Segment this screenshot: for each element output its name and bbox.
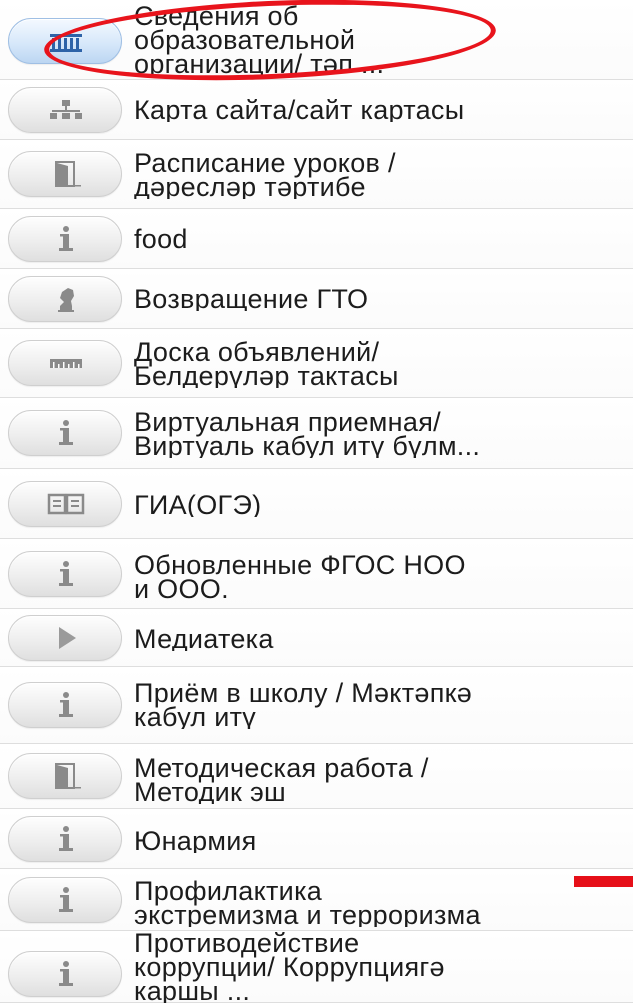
menu-item-food[interactable]: food [0,209,633,269]
sitemap-icon [50,100,82,119]
menu-item-label: Методическая работа / Методик эш [134,756,429,804]
door-icon-button[interactable] [8,753,122,799]
menu-item-gto[interactable]: Возвращение ГТО [0,269,633,329]
menu-item-school-admission[interactable]: Приём в школу / Мәктәпкә кабул итү [0,667,633,744]
info-icon [59,561,73,586]
door-icon [55,763,81,789]
play-icon-button[interactable] [8,615,122,661]
door-icon-button[interactable] [8,151,122,197]
menu-item-label: Медиатека [134,627,274,651]
chess-knight-icon [58,288,74,312]
info-icon [59,692,73,717]
info-icon [59,420,73,445]
menu-item-organization-info[interactable]: Сведения об образовательной организации/… [0,0,633,80]
red-marker-dash [574,876,633,887]
menu-item-sitemap[interactable]: Карта сайта/сайт картасы [0,80,633,140]
book-icon-button[interactable] [8,481,122,527]
play-icon [59,627,76,649]
menu-item-gia[interactable]: ГИА(ОГЭ) [0,469,633,539]
info-icon-button[interactable] [8,551,122,597]
menu-item-label: Профилактика экстремизма и терроризма [134,879,481,927]
menu-item-label: Расписание уроков / дәресләр тәртибе [134,151,396,199]
book-icon [47,493,85,515]
ruler-icon-button[interactable] [8,340,122,386]
menu-item-label: Доска объявлений/ Белдерүләр тактасы [134,340,399,388]
menu-item-announcements[interactable]: Доска объявлений/ Белдерүләр тактасы [0,329,633,398]
menu-item-label: Обновленные ФГОС НОО и ООО. [134,553,466,601]
menu-item-virtual-reception[interactable]: Виртуальная приемная/ Виртуаль кабул итү… [0,398,633,469]
menu-item-label: Противодействие коррупции/ Коррупциягә к… [134,931,445,1003]
chess-knight-icon-button[interactable] [8,276,122,322]
menu-item-label: Виртуальная приемная/ Виртуаль кабул итү… [134,410,481,458]
info-icon [59,887,73,912]
menu-item-anti-corruption[interactable]: Противодействие коррупции/ Коррупциягә к… [0,931,633,1003]
info-icon [59,226,73,251]
sidebar-menu: Сведения об образовательной организации/… [0,0,633,1003]
menu-item-extremism-prevention[interactable]: Профилактика экстремизма и терроризма [0,869,633,931]
building-icon [50,34,82,52]
menu-item-label: Сведения об образовательной организации/… [134,4,385,76]
info-icon-button[interactable] [8,816,122,862]
ruler-icon [50,359,82,368]
info-icon-button[interactable] [8,951,122,997]
menu-item-label: ГИА(ОГЭ) [134,493,262,517]
info-icon-button[interactable] [8,216,122,262]
info-icon-button[interactable] [8,410,122,456]
menu-item-schedule[interactable]: Расписание уроков / дәресләр тәртибе [0,140,633,209]
menu-item-label: Карта сайта/сайт картасы [134,98,465,122]
menu-item-label: Возвращение ГТО [134,287,369,311]
menu-item-methodical-work[interactable]: Методическая работа / Методик эш [0,744,633,809]
info-icon [59,826,73,851]
menu-item-label: food [134,227,188,251]
sitemap-icon-button[interactable] [8,87,122,133]
info-icon [59,961,73,986]
building-icon-button[interactable] [8,18,122,64]
info-icon-button[interactable] [8,877,122,923]
menu-item-media-library[interactable]: Медиатека [0,609,633,667]
menu-item-label: Юнармия [134,829,257,853]
menu-item-fgos[interactable]: Обновленные ФГОС НОО и ООО. [0,539,633,609]
info-icon-button[interactable] [8,682,122,728]
door-icon [55,161,81,187]
menu-item-yunarmia[interactable]: Юнармия [0,809,633,869]
menu-item-label: Приём в школу / Мәктәпкә кабул итү [134,681,473,729]
